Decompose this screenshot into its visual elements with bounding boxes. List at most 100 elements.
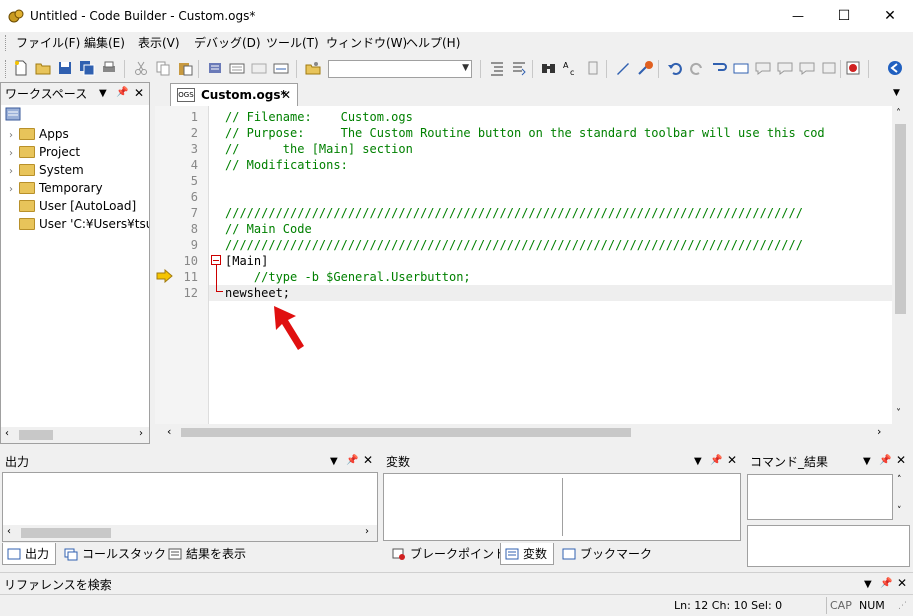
scroll-down-icon[interactable]: ˅ <box>897 506 902 516</box>
menu-view[interactable]: 表示(V) <box>134 34 184 52</box>
close-icon: ✕ <box>884 8 896 24</box>
menu-tools[interactable]: ツール(T) <box>262 34 323 52</box>
pin-icon[interactable]: 📌 <box>880 578 892 590</box>
tree-item-project[interactable]: › Project <box>9 143 80 161</box>
output-hscroll[interactable]: ‹ › <box>3 525 377 541</box>
command-input[interactable] <box>747 525 910 567</box>
open-folder-icon[interactable] <box>34 59 52 77</box>
build-all-icon[interactable] <box>228 59 246 77</box>
editor-hscroll[interactable]: ‹ › <box>155 424 892 441</box>
tab-list-dropdown-icon[interactable]: ▼ <box>893 88 900 98</box>
panel-close-icon[interactable]: ✕ <box>727 454 737 466</box>
code-line[interactable]: // the [Main] section <box>225 141 413 157</box>
reference-search-bar: リファレンスを検索 ▼ 📌 ✕ <box>0 572 913 594</box>
cut-icon[interactable] <box>132 59 150 77</box>
new-file-icon[interactable] <box>12 59 30 77</box>
menu-help[interactable]: ヘルプ(H) <box>402 34 464 52</box>
menu-edit[interactable]: 編集(E) <box>80 34 129 52</box>
save-icon[interactable] <box>56 59 74 77</box>
maximize-button[interactable]: ☐ <box>821 0 867 32</box>
code-line[interactable]: //type -b $General.Userbutton; <box>225 269 471 285</box>
pin-icon[interactable]: 📌 <box>116 87 128 99</box>
fold-collapse-icon[interactable] <box>211 255 221 265</box>
resize-grip-icon[interactable]: ⋰ <box>898 601 907 611</box>
panel-dropdown-icon[interactable]: ▼ <box>694 456 702 468</box>
tab-show-results[interactable]: 結果を表示 <box>164 543 258 565</box>
scroll-thumb[interactable] <box>21 528 111 538</box>
tree-item-apps[interactable]: › Apps <box>9 125 69 143</box>
tab-variables[interactable]: 変数 <box>500 543 554 565</box>
find-folder-icon[interactable] <box>304 59 322 77</box>
workspace-hscroll[interactable]: ‹ › <box>1 427 149 443</box>
panel-close-icon[interactable]: ✕ <box>896 454 906 466</box>
code-line[interactable]: // Purpose: The Custom Routine button on… <box>225 125 825 141</box>
tab-call-stack[interactable]: コールスタック <box>60 543 166 565</box>
tab-label: Custom.ogs* <box>201 88 287 102</box>
editor-vscroll[interactable]: ˄ ˅ <box>892 106 909 424</box>
scroll-up-icon[interactable]: ˄ <box>896 108 901 119</box>
command-results-panel[interactable] <box>747 474 893 520</box>
tab-output[interactable]: 出力 <box>2 543 56 565</box>
app-icon <box>8 9 24 23</box>
code-line[interactable]: ////////////////////////////////////////… <box>225 237 803 253</box>
command-header: コマンド_結果 ▼ 📌 ✕ <box>746 450 913 472</box>
routine-combo[interactable]: ▼ <box>328 60 472 78</box>
scroll-up-icon[interactable]: ˄ <box>897 475 902 485</box>
tab-custom-ogs[interactable]: OGS Custom.ogs* ✕ <box>170 83 298 106</box>
scroll-thumb[interactable] <box>19 430 53 440</box>
close-button[interactable]: ✕ <box>867 0 913 32</box>
code-line[interactable]: newsheet; <box>225 285 290 301</box>
print-icon[interactable] <box>100 59 118 77</box>
line-number: 1 <box>190 110 198 124</box>
code-line[interactable]: [Main] <box>225 253 268 269</box>
scroll-left-icon[interactable]: ‹ <box>5 428 9 439</box>
copy-icon[interactable] <box>154 59 172 77</box>
scroll-left-icon[interactable]: ‹ <box>167 425 171 438</box>
paste-icon[interactable] <box>176 59 194 77</box>
pin-icon[interactable]: 📌 <box>879 455 891 467</box>
menu-window[interactable]: ウィンドウ(W) <box>322 34 411 52</box>
tree-item-user-autoload[interactable]: User [AutoLoad] <box>9 197 136 215</box>
pin-icon[interactable]: 📌 <box>710 455 722 467</box>
stop-build-icon[interactable] <box>250 59 268 77</box>
compile-icon[interactable] <box>272 59 290 77</box>
panel-dropdown-icon[interactable]: ▼ <box>99 88 107 100</box>
tree-item-system[interactable]: › System <box>9 161 84 179</box>
tree-item-user-path[interactable]: User 'C:¥Users¥tsuk <box>9 215 149 233</box>
tab-bookmarks[interactable]: ブックマーク <box>558 543 654 565</box>
command-vscroll[interactable]: ˄ ˅ <box>893 474 910 520</box>
scroll-right-icon[interactable]: › <box>365 526 369 537</box>
variables-panel[interactable] <box>383 473 741 541</box>
scroll-left-icon[interactable]: ‹ <box>7 526 11 537</box>
workspace-root-icon[interactable] <box>5 107 21 121</box>
command-title: コマンド_結果 <box>750 455 829 469</box>
code-line[interactable]: // Filename: Custom.ogs <box>225 109 413 125</box>
minimize-button[interactable]: — <box>775 0 821 32</box>
scroll-down-icon[interactable]: ˅ <box>896 408 901 419</box>
panel-dropdown-icon[interactable]: ▼ <box>863 456 871 468</box>
panel-dropdown-icon[interactable]: ▼ <box>864 579 872 591</box>
line-number: 10 <box>183 254 198 268</box>
panel-close-icon[interactable]: ✕ <box>897 577 907 589</box>
menu-debug[interactable]: デバッグ(D) <box>190 34 265 52</box>
scroll-right-icon[interactable]: › <box>877 425 881 438</box>
scroll-right-icon[interactable]: › <box>139 428 143 439</box>
tab-close-icon[interactable]: ✕ <box>281 84 291 106</box>
tab-breakpoints[interactable]: ブレークポイント <box>388 543 506 565</box>
line-number: 5 <box>190 174 198 188</box>
code-line[interactable]: ////////////////////////////////////////… <box>225 205 803 221</box>
tree-item-temporary[interactable]: › Temporary <box>9 179 103 197</box>
build-icon[interactable] <box>206 59 224 77</box>
menu-file[interactable]: ファイル(F) <box>12 34 84 52</box>
panel-close-icon[interactable]: ✕ <box>134 87 144 99</box>
code-line[interactable]: // Main Code <box>225 221 312 237</box>
annotation-arrow-icon <box>274 306 304 350</box>
hscroll-thumb[interactable] <box>181 428 631 437</box>
output-panel[interactable]: ‹ › <box>2 472 378 542</box>
pin-icon[interactable]: 📌 <box>346 455 358 467</box>
code-line[interactable]: // Modifications: <box>225 157 348 173</box>
save-all-icon[interactable] <box>78 59 96 77</box>
panel-close-icon[interactable]: ✕ <box>363 454 373 466</box>
vscroll-thumb[interactable] <box>895 124 906 314</box>
panel-dropdown-icon[interactable]: ▼ <box>330 456 338 468</box>
